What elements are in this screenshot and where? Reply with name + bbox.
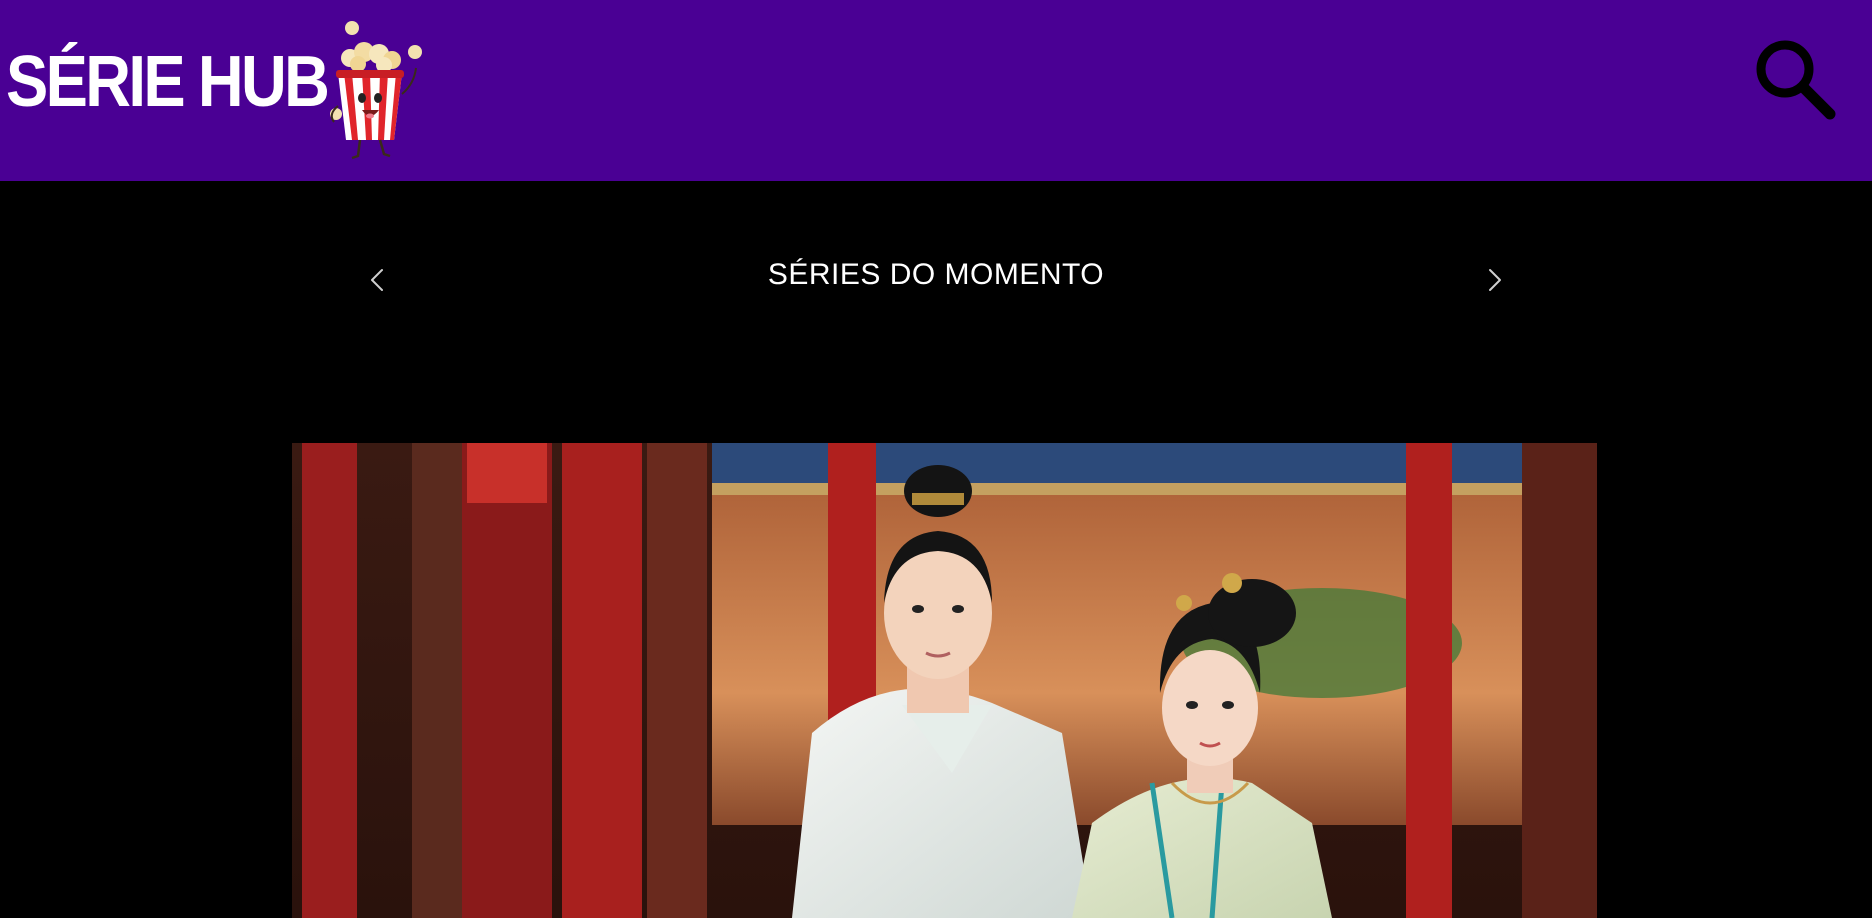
featured-carousel[interactable]	[292, 443, 1597, 918]
section-title: SÉRIES DO MOMENTO	[767, 258, 1105, 291]
chevron-right-icon[interactable]	[1474, 258, 1514, 302]
chevron-left-icon[interactable]	[358, 258, 398, 302]
site-header: SÉRIE HUB	[0, 0, 1872, 181]
featured-series-poster[interactable]	[292, 443, 1597, 918]
popcorn-mascot-icon	[330, 21, 422, 160]
site-logo-text[interactable]: SÉRIE HUB	[6, 40, 330, 124]
search-icon[interactable]	[1752, 36, 1838, 122]
